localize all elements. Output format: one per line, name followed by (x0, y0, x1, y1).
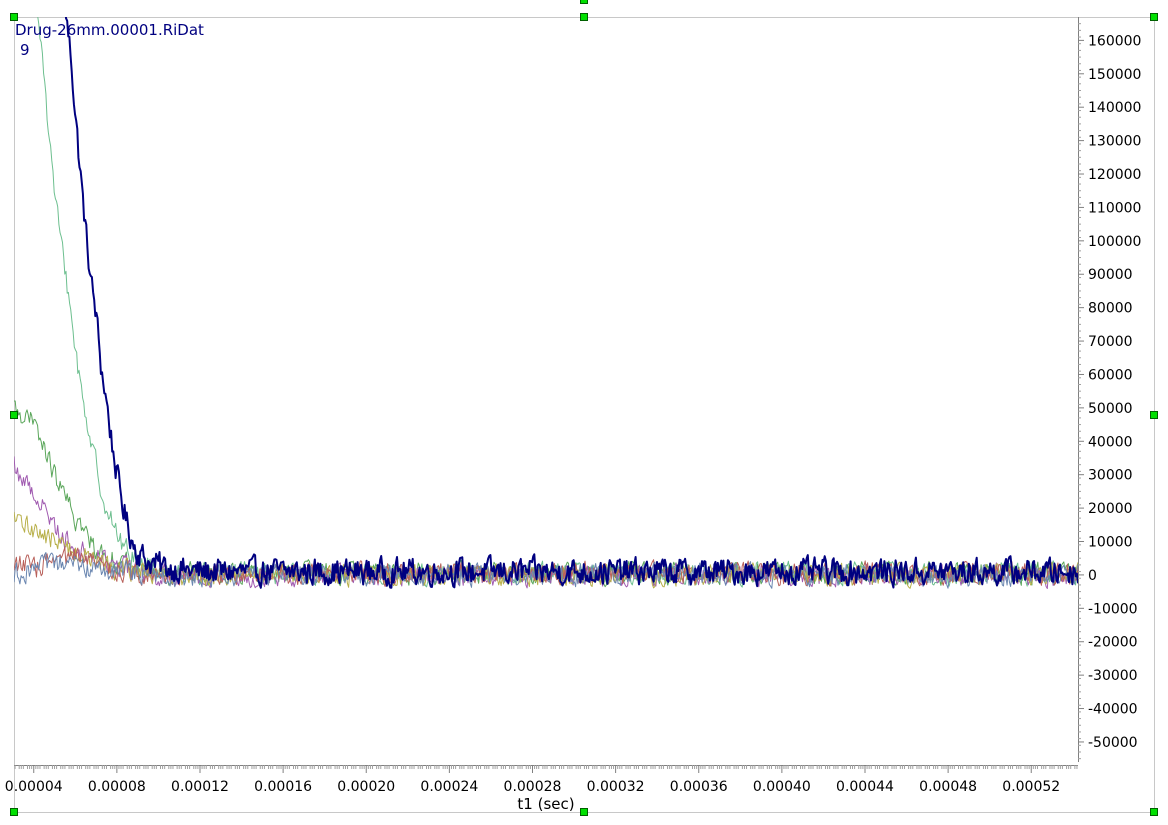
x-tick-label: 0.00036 (670, 779, 728, 795)
x-tick-label: 0.00020 (337, 779, 395, 795)
resize-handle[interactable] (580, 808, 588, 816)
series-line-2 (37, 17, 1078, 588)
y-tick-label: 10000 (1088, 535, 1133, 551)
resize-handle[interactable] (1150, 13, 1158, 21)
resize-handle[interactable] (10, 411, 18, 419)
y-tick-label: 140000 (1088, 100, 1141, 116)
y-tick-label: 100000 (1088, 234, 1141, 250)
y-tick-label: -40000 (1088, 702, 1138, 718)
y-tick-label: 160000 (1088, 33, 1141, 49)
dataset-label: Drug-26mm.00001.RiDat (15, 21, 204, 39)
y-tick-label: -10000 (1088, 601, 1138, 617)
trace-index-label: 9 (20, 41, 30, 59)
spectrum-plot: 160000 150000 140000 130000 120000 110000 1000… (5, 0, 1158, 816)
axes-layer: 160000 150000 140000 130000 120000 110000 1000… (5, 17, 1141, 795)
y-tick-label: 90000 (1088, 267, 1133, 283)
x-tick-label: 0.00052 (1002, 779, 1060, 795)
series-line-1 (64, 17, 1078, 589)
y-tick-label: 60000 (1088, 367, 1133, 383)
y-tick-label: 0 (1088, 568, 1097, 584)
y-tick-label: 40000 (1088, 434, 1133, 450)
y-tick-label: -50000 (1088, 735, 1138, 751)
x-tick-label: 0.00004 (5, 779, 63, 795)
series-layer (14, 17, 1078, 589)
plot-frame (14, 17, 1155, 813)
x-tick-label: 0.00028 (504, 779, 562, 795)
y-tick-label: -30000 (1088, 668, 1138, 684)
resize-handle[interactable] (580, 13, 588, 21)
resize-handle[interactable] (10, 13, 18, 21)
resize-handle[interactable] (1150, 808, 1158, 816)
y-tick-label: 80000 (1088, 301, 1133, 317)
y-tick-label: 120000 (1088, 167, 1141, 183)
y-tick-label: 130000 (1088, 134, 1141, 150)
x-tick-label: 0.00044 (836, 779, 894, 795)
y-tick-label: 70000 (1088, 334, 1133, 350)
x-axis-label: t1 (sec) (517, 795, 574, 813)
x-tick-label: 0.00032 (587, 779, 645, 795)
y-tick-label: 20000 (1088, 501, 1133, 517)
y-tick-label: -20000 (1088, 635, 1138, 651)
x-tick-label: 0.00040 (753, 779, 811, 795)
y-tick-label: 110000 (1088, 200, 1141, 216)
y-tick-label: 50000 (1088, 401, 1133, 417)
x-tick-label: 0.00024 (420, 779, 478, 795)
series-line-3 (14, 400, 1078, 588)
x-tick-label: 0.00048 (919, 779, 977, 795)
resize-handle[interactable] (580, 0, 588, 4)
resize-handle[interactable] (10, 808, 18, 816)
x-tick-label: 0.00016 (254, 779, 312, 795)
y-tick-label: 30000 (1088, 468, 1133, 484)
y-tick-label: 150000 (1088, 67, 1141, 83)
selection-handles[interactable] (10, 0, 1158, 816)
x-tick-label: 0.00012 (171, 779, 229, 795)
resize-handle[interactable] (1150, 411, 1158, 419)
x-tick-label: 0.00008 (88, 779, 146, 795)
